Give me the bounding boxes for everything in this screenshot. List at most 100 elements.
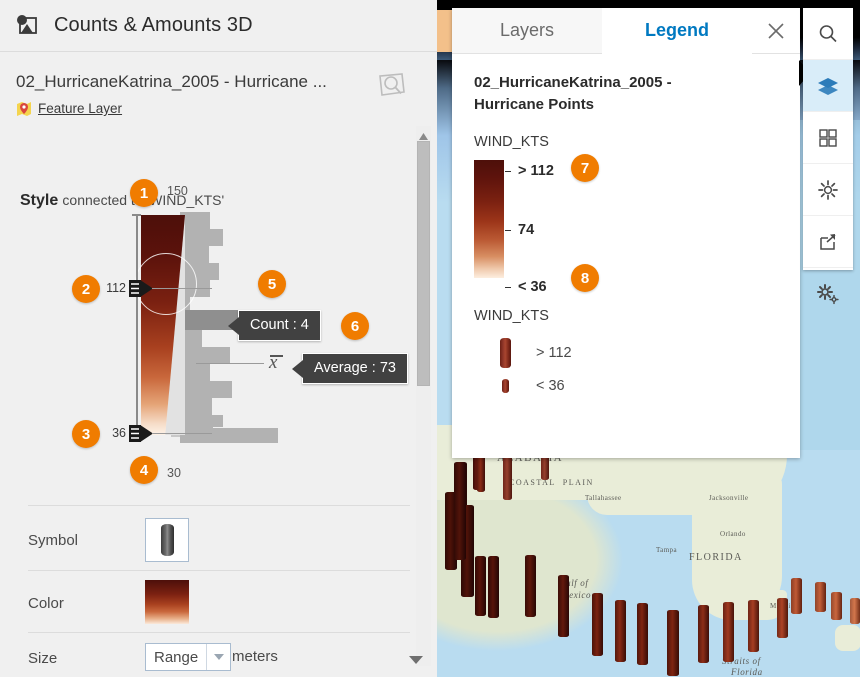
- step-badge-3: 3: [72, 420, 100, 448]
- map-symbol-hurricane: [558, 575, 569, 637]
- step-badge-7: 7: [571, 154, 599, 182]
- histogram-bar: [180, 263, 219, 280]
- feature-layer-row[interactable]: Feature Layer: [16, 100, 122, 117]
- map-label: Florida: [731, 667, 763, 677]
- image-layer-icon: [14, 13, 40, 39]
- basemap-gallery-icon: [819, 128, 837, 147]
- size-type-value: Range: [154, 648, 199, 666]
- map-symbol-hurricane: [488, 556, 499, 618]
- legend-size-item: > 112: [474, 337, 778, 368]
- average-callout: Average : 73: [302, 353, 408, 384]
- histogram-bar: [180, 347, 230, 364]
- color-ramp-swatch-button[interactable]: [145, 580, 189, 624]
- map-symbol-hurricane: [615, 600, 626, 662]
- tab-legend[interactable]: Legend: [602, 8, 752, 54]
- legend-ramp-tick: [505, 170, 511, 172]
- slider-upper-tick-line: [152, 288, 212, 289]
- map-land-keys: [835, 625, 860, 651]
- histogram-bar: [180, 428, 278, 443]
- histogram-bar: [180, 415, 223, 427]
- analysis-icon: [818, 179, 838, 200]
- legend-tabbar: Layers Legend: [452, 8, 800, 54]
- legend-ramp-tick-label: 74: [518, 221, 535, 238]
- close-icon: [768, 22, 784, 39]
- map-symbol-hurricane: [831, 592, 842, 620]
- map-symbol-hurricane: [475, 556, 486, 616]
- map-symbol-hurricane: [454, 462, 466, 560]
- map-symbol-hurricane: [525, 555, 536, 617]
- step-badge-1: 1: [130, 179, 158, 207]
- legend-size-symbol: [474, 337, 536, 368]
- toolbar-search-button[interactable]: [803, 8, 853, 60]
- legend-ramp-tick-label: > 112: [518, 162, 554, 179]
- histogram-bar: [180, 229, 223, 246]
- toolbar-analysis-button[interactable]: [803, 164, 853, 216]
- map-label: Tallahassee: [585, 494, 622, 502]
- color-label: Color: [28, 595, 64, 612]
- cylinder-symbol-icon: [160, 524, 174, 556]
- average-callout-tail: [292, 360, 303, 378]
- share-icon: [820, 233, 836, 250]
- scroll-down-icon[interactable]: [409, 652, 423, 670]
- legend-size-label: > 112: [536, 344, 572, 361]
- tab-layers[interactable]: Layers: [452, 8, 602, 54]
- legend-content: 02_HurricaneKatrina_2005 - Hurricane Poi…: [452, 54, 800, 394]
- toolbar-basemap-button[interactable]: [803, 112, 853, 164]
- size-type-select[interactable]: Range: [145, 643, 232, 671]
- slider-upper-value: 112: [106, 281, 126, 295]
- legend-size-item: < 36: [474, 378, 778, 394]
- map-tools-toolbar: [803, 8, 853, 305]
- map-symbol-hurricane: [723, 602, 734, 662]
- style-panel: Counts & Amounts 3D 02_HurricaneKatrina_…: [0, 0, 437, 677]
- legend-size-label: < 36: [536, 377, 565, 394]
- size-units-label: meters: [232, 648, 278, 665]
- map-symbol-hurricane: [850, 598, 860, 624]
- map-symbol-hurricane: [777, 598, 788, 638]
- map-label: Tampa: [656, 546, 677, 554]
- zoom-to-layer-icon[interactable]: [374, 70, 408, 100]
- feature-layer-link[interactable]: Feature Layer: [38, 101, 122, 116]
- histogram-bar: [180, 381, 232, 398]
- map-symbol-hurricane: [791, 578, 802, 614]
- map-label: FLORIDA: [689, 552, 743, 563]
- layers-icon: [818, 77, 838, 95]
- map-label: Orlando: [720, 530, 746, 538]
- scroll-up-icon[interactable]: [418, 128, 429, 140]
- toolbar-settings-button[interactable]: [803, 268, 853, 320]
- map-symbol-hurricane: [698, 605, 709, 663]
- slider-rail[interactable]: [136, 215, 138, 435]
- panel-header: Counts & Amounts 3D: [0, 0, 437, 52]
- legend-layer-title: 02_HurricaneKatrina_2005 - Hurricane Poi…: [474, 74, 672, 113]
- step-badge-8: 8: [571, 264, 599, 292]
- step-badge-5: 5: [258, 270, 286, 298]
- slider-lower-tick-line: [152, 433, 212, 434]
- map-symbol-hurricane: [748, 600, 759, 652]
- slider-max-label: 150: [167, 184, 188, 198]
- divider: [28, 570, 410, 571]
- legend-field-name-size: WIND_KTS: [474, 307, 549, 324]
- count-callout-tail: [228, 317, 239, 335]
- toolbar-share-button[interactable]: [803, 216, 853, 268]
- map-label: Jacksonville: [709, 494, 749, 502]
- legend-close-button[interactable]: [752, 8, 800, 54]
- map-symbol-hurricane: [637, 603, 648, 665]
- chevron-down-icon[interactable]: [206, 644, 230, 670]
- count-callout: Count : 4: [238, 310, 321, 341]
- slider-min-label: 30: [167, 466, 181, 480]
- divider: [28, 632, 410, 633]
- symbol-swatch-button[interactable]: [145, 518, 189, 562]
- step-badge-6: 6: [341, 312, 369, 340]
- histogram-slider[interactable]: 150 30 112 3 6 Count: 4 x Average: 73 1…: [0, 165, 437, 485]
- layer-name: 02_HurricaneKatrina_2005 - Hurricane ...: [16, 72, 327, 91]
- map-pin-icon: [16, 100, 32, 117]
- toolbar-layers-button[interactable]: [803, 60, 853, 112]
- panel-title: Counts & Amounts 3D: [54, 14, 253, 36]
- size-label: Size: [28, 650, 58, 667]
- search-icon: [819, 24, 837, 42]
- legend-size-symbol: [474, 378, 536, 393]
- step-badge-4: 4: [130, 456, 158, 484]
- average-xbar-glyph: x: [269, 352, 284, 373]
- slider-rail-cap-top: [132, 214, 141, 216]
- map-symbol-hurricane: [667, 610, 679, 676]
- average-tick-line: [196, 363, 264, 364]
